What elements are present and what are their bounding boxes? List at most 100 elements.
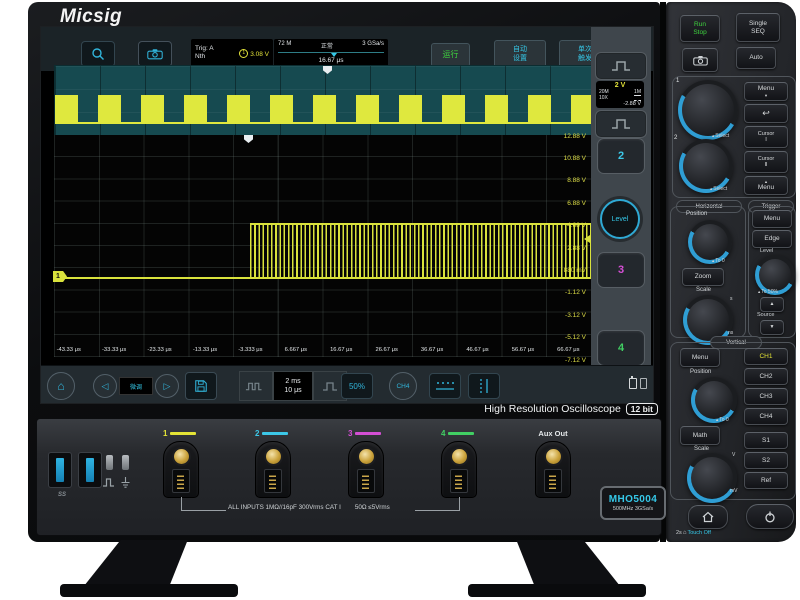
- voltage-label: 880 mV: [521, 259, 586, 281]
- back-button[interactable]: ↩: [744, 104, 788, 123]
- zoom-button[interactable]: Zoom: [682, 268, 724, 286]
- trigger-status-box[interactable]: Trig: A Nth 1 3.08 V: [191, 39, 273, 67]
- s2-button[interactable]: S2: [744, 452, 788, 469]
- panel-home-button[interactable]: [688, 505, 728, 529]
- channel-info-box[interactable]: 2 V 20M 1M 10X -2.88 V: [596, 81, 644, 108]
- screen-sidebar: 2 V 20M 1M 10X -2.88 V 2 Level 3 4: [591, 27, 651, 365]
- voltage-label: -3.12 V: [521, 304, 586, 326]
- voltage-label: -5.12 V: [521, 327, 586, 349]
- back-icon: ↩: [762, 108, 770, 118]
- cursor-2-numeral: Ⅱ: [765, 162, 768, 168]
- trigger-source-badge: 1: [239, 49, 248, 58]
- probe-comp-terminal: [122, 455, 129, 470]
- ch1-overview-pulse-train: [55, 95, 592, 123]
- main-window-button[interactable]: [239, 371, 273, 401]
- time-label: 66.67 μs: [546, 347, 591, 353]
- vertical-position-knob[interactable]: [691, 377, 737, 423]
- screenshot-button[interactable]: [138, 41, 172, 67]
- probe-interface: [264, 469, 282, 493]
- save-button[interactable]: [185, 372, 217, 400]
- ch1-button[interactable]: CH1: [744, 348, 788, 365]
- time-label: 6.667 μs: [273, 347, 318, 353]
- ch2-button[interactable]: CH2: [744, 368, 788, 385]
- source-label: Source: [757, 312, 774, 318]
- arrow-down-icon: ▼: [770, 325, 775, 331]
- aux-out-group: Aux Out: [527, 429, 579, 498]
- v-position-label: Position: [690, 369, 711, 375]
- panel-camera-button[interactable]: [682, 48, 718, 72]
- search-button[interactable]: [81, 41, 115, 67]
- power-button[interactable]: [746, 504, 794, 529]
- vertical-scale-knob[interactable]: [687, 453, 737, 503]
- to-zero-label: To 0: [715, 258, 724, 264]
- trigger-edge-button[interactable]: Edge: [752, 230, 792, 248]
- double-pulse-icon: [245, 381, 267, 392]
- bottom-toolbar: ⌂ ◁ 微调 ▷ 2 ms 10 μs 50% CH4: [41, 365, 653, 404]
- channel-2-button[interactable]: 2: [598, 139, 644, 173]
- cursor-tool-button[interactable]: [429, 373, 461, 399]
- chevron-right-icon: ▷: [164, 381, 171, 392]
- active-channel-button[interactable]: CH4: [389, 372, 417, 400]
- foot-pad-left: [60, 584, 238, 597]
- cursor-2-button[interactable]: Cursor Ⅱ: [744, 151, 788, 173]
- pulse-icon: [610, 60, 632, 72]
- channel-4-button[interactable]: 4: [598, 331, 644, 365]
- product-photo: Micsig Trig: A Nth 1 3.08 V 72 M 正常 3 GS…: [0, 0, 800, 600]
- math-button[interactable]: Math: [680, 426, 720, 445]
- ch-probe: 10X: [599, 95, 608, 101]
- home-button[interactable]: ⌂: [47, 372, 75, 400]
- trigger-level-button[interactable]: Level: [600, 199, 640, 239]
- auto-button[interactable]: Auto: [736, 47, 776, 69]
- bnc-pin: [452, 449, 467, 464]
- horizontal-position-knob[interactable]: [688, 220, 732, 264]
- vertical-menu-button[interactable]: Menu: [680, 348, 720, 367]
- source-up-button[interactable]: ▲: [760, 297, 784, 312]
- timebase-display[interactable]: 2 ms 10 μs: [273, 371, 313, 401]
- multipurpose-knob-1[interactable]: [678, 80, 738, 140]
- channel-3-button[interactable]: 3: [598, 253, 644, 287]
- cursor-1-button[interactable]: Cursor Ⅰ: [744, 126, 788, 148]
- ch4-color-line: [448, 432, 474, 435]
- pulse-icon: [322, 381, 338, 392]
- probe-comp-signal-icon: [102, 477, 115, 488]
- record-position-marker: [331, 53, 337, 57]
- trigger-menu-button[interactable]: Menu: [752, 210, 792, 228]
- time-label: -43.33 μs: [46, 347, 91, 353]
- knob2-label: 2: [674, 135, 677, 141]
- menu-up-button[interactable]: ▴ Menu: [744, 176, 788, 195]
- menu-down-button[interactable]: Menu ▾: [744, 82, 788, 101]
- single-label-line2: 触发: [578, 55, 592, 63]
- touchscreen: Trig: A Nth 1 3.08 V 72 M 正常 3 GSa/s 16.…: [40, 26, 654, 404]
- record-position-line: [278, 52, 384, 53]
- measure-tool-button[interactable]: [468, 373, 500, 399]
- prev-button[interactable]: ◁: [93, 374, 117, 398]
- ref-button[interactable]: Ref: [744, 472, 788, 489]
- probe-interface: [172, 469, 190, 493]
- power-icon: [764, 511, 776, 523]
- touch-off-label: Touch Off: [687, 530, 710, 536]
- ch1-input-group: 1: [163, 429, 203, 498]
- s1-button[interactable]: S1: [744, 432, 788, 449]
- zoom-window-marker: [244, 135, 253, 143]
- source-down-button[interactable]: ▼: [760, 320, 784, 335]
- ch1-number: 1: [163, 429, 167, 438]
- single-seq-button[interactable]: Single SEQ: [736, 13, 780, 42]
- v-scale-label: Scale: [694, 446, 709, 452]
- multipurpose-knob-2[interactable]: [679, 139, 733, 193]
- next-button[interactable]: ▷: [155, 374, 179, 398]
- run-stop-button[interactable]: Run Stop: [680, 15, 720, 42]
- probe-interface: [450, 469, 468, 493]
- seq-label: SEQ: [751, 28, 765, 35]
- chevron-left-icon: ◁: [102, 381, 109, 392]
- timebase-main: 2 ms: [285, 377, 300, 386]
- ch4-button[interactable]: CH4: [744, 408, 788, 425]
- run-button[interactable]: 运行: [431, 43, 470, 67]
- fine-tune-label: 微调: [119, 377, 153, 395]
- zoom-percent-button[interactable]: 50%: [341, 373, 373, 399]
- wave-mode-button-top[interactable]: [596, 53, 646, 79]
- select-hint-2: ▴ Select: [710, 186, 727, 192]
- wave-mode-button-bottom[interactable]: [596, 111, 646, 137]
- time-label: 46.67 μs: [455, 347, 500, 353]
- home-icon: ⌂: [57, 379, 64, 393]
- ch3-button[interactable]: CH3: [744, 388, 788, 405]
